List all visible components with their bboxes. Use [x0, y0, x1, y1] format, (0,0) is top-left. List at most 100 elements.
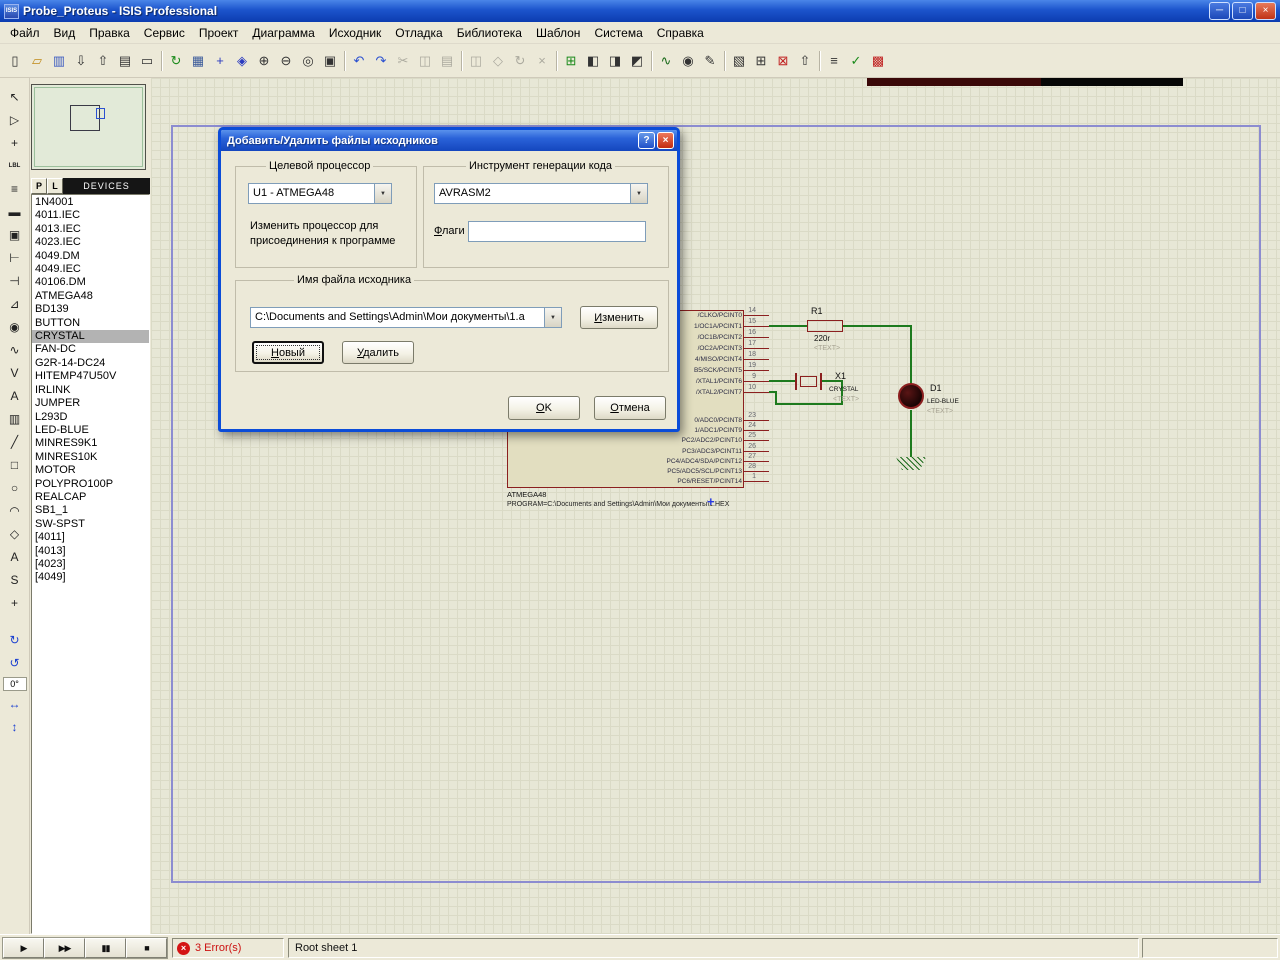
device-item[interactable]: 4049.DM — [32, 250, 149, 263]
design-explorer-icon[interactable]: ▧ — [728, 50, 750, 72]
device-item[interactable]: 4023.IEC — [32, 236, 149, 249]
wire[interactable] — [910, 325, 912, 385]
device-item[interactable]: G2R-14-DC24 — [32, 357, 149, 370]
component-resistor-r1[interactable] — [807, 320, 843, 332]
chip-pin[interactable]: PC5/ADC5/SCL/PCINT13 28 — [484, 466, 769, 476]
maximize-button[interactable]: □ — [1232, 2, 1253, 20]
terminal-mode[interactable]: ⊢ — [4, 247, 26, 269]
wire[interactable] — [843, 325, 912, 327]
wire[interactable] — [769, 325, 807, 327]
rotate-anticlockwise-icon[interactable]: ↺ — [4, 652, 26, 674]
menu-item[interactable]: Правка — [82, 23, 137, 43]
generator-mode[interactable]: ∿ — [4, 339, 26, 361]
block-move-icon[interactable]: ◇ — [487, 50, 509, 72]
pick-devices-button[interactable]: P — [31, 178, 47, 194]
arc-2d-mode[interactable]: ◠ — [4, 500, 26, 522]
device-item[interactable]: JUMPER — [32, 397, 149, 410]
grid-toggle-icon[interactable]: ▦ — [187, 50, 209, 72]
device-item[interactable]: BUTTON — [32, 317, 149, 330]
menu-item[interactable]: Система — [587, 23, 649, 43]
electrical-rule-check-icon[interactable]: ✓ — [845, 50, 867, 72]
subcircuit-mode[interactable]: ▣ — [4, 224, 26, 246]
codegen-tool-combobox[interactable]: AVRASM2 ▼ — [434, 183, 648, 204]
menu-item[interactable]: Диаграмма — [245, 23, 321, 43]
copy-icon[interactable]: ◫ — [414, 50, 436, 72]
device-item[interactable]: [4049] — [32, 571, 149, 584]
device-item[interactable]: 4049.IEC — [32, 263, 149, 276]
redo-icon[interactable]: ↷ — [370, 50, 392, 72]
device-item[interactable]: SB1_1 — [32, 504, 149, 517]
false-origin-icon[interactable]: + — [209, 50, 231, 72]
undo-icon[interactable]: ↶ — [348, 50, 370, 72]
mirror-vertical-icon[interactable]: ↕ — [4, 716, 26, 738]
component-led-d1[interactable] — [898, 383, 924, 409]
new-button[interactable]: Новый — [252, 341, 324, 364]
tape-recorder-mode[interactable]: ◉ — [4, 316, 26, 338]
menu-item[interactable]: Отладка — [388, 23, 449, 43]
close-button[interactable]: × — [1255, 2, 1276, 20]
path-2d-mode[interactable]: ◇ — [4, 523, 26, 545]
menu-item[interactable]: Шаблон — [529, 23, 587, 43]
block-copy-icon[interactable]: ◫ — [465, 50, 487, 72]
device-item[interactable]: 4013.IEC — [32, 223, 149, 236]
menu-item[interactable]: Исходник — [322, 23, 388, 43]
library-button[interactable]: L — [47, 178, 63, 194]
pick-device-icon[interactable]: ⊞ — [560, 50, 582, 72]
graph-mode[interactable]: ⊿ — [4, 293, 26, 315]
packaging-tool-icon[interactable]: ◨ — [604, 50, 626, 72]
menu-item[interactable]: Библиотека — [450, 23, 529, 43]
line-2d-mode[interactable]: ╱ — [4, 431, 26, 453]
device-pin-mode[interactable]: ⊣ — [4, 270, 26, 292]
bill-of-materials-icon[interactable]: ≡ — [823, 50, 845, 72]
device-item[interactable]: LED-BLUE — [32, 424, 149, 437]
chip-pin[interactable]: PC4/ADC4/SDA/PCINT12 27 — [484, 456, 769, 466]
device-item[interactable]: FAN-DC — [32, 343, 149, 356]
circle-2d-mode[interactable]: ○ — [4, 477, 26, 499]
box-2d-mode[interactable]: □ — [4, 454, 26, 476]
make-device-icon[interactable]: ◧ — [582, 50, 604, 72]
text-2d-mode[interactable]: A — [4, 546, 26, 568]
chip-pin[interactable]: PC6/RESET/PCINT14 1 — [484, 476, 769, 486]
menu-item[interactable]: Справка — [650, 23, 711, 43]
dialog-help-button[interactable]: ? — [638, 132, 655, 149]
device-item[interactable]: BD139 — [32, 303, 149, 316]
wire[interactable] — [910, 410, 912, 457]
chevron-down-icon[interactable]: ▼ — [374, 184, 391, 203]
open-folder-icon[interactable]: ▱ — [26, 50, 48, 72]
remove-sheet-icon[interactable]: ⊠ — [772, 50, 794, 72]
minimize-button[interactable]: ─ — [1209, 2, 1230, 20]
save-file-icon[interactable]: ▥ — [48, 50, 70, 72]
stop-button[interactable]: ■ — [126, 938, 167, 958]
chip-pin[interactable]: PC2/ADC2/PCINT10 25 — [484, 435, 769, 445]
device-item[interactable]: SW-SPST — [32, 518, 149, 531]
rotate-clockwise-icon[interactable]: ↻ — [4, 629, 26, 651]
device-item[interactable]: MOTOR — [32, 464, 149, 477]
menu-item[interactable]: Файл — [3, 23, 47, 43]
delete-button[interactable]: Удалить — [342, 341, 414, 364]
property-assignment-icon[interactable]: ✎ — [699, 50, 721, 72]
redraw-icon[interactable]: ↻ — [165, 50, 187, 72]
junction-dot-mode[interactable]: + — [4, 132, 26, 154]
paste-icon[interactable]: ▤ — [436, 50, 458, 72]
overview-minimap[interactable] — [31, 84, 146, 170]
device-item[interactable]: REALCAP — [32, 491, 149, 504]
marker-2d-mode[interactable]: + — [4, 592, 26, 614]
device-item[interactable]: MINRES10K — [32, 451, 149, 464]
error-status-panel[interactable]: × 3 Error(s) — [172, 938, 284, 958]
search-tag-icon[interactable]: ◉ — [677, 50, 699, 72]
new-sheet-icon[interactable]: ⊞ — [750, 50, 772, 72]
zoom-all-icon[interactable]: ◎ — [297, 50, 319, 72]
zoom-area-icon[interactable]: ▣ — [319, 50, 341, 72]
wire[interactable] — [775, 403, 843, 405]
menu-item[interactable]: Проект — [192, 23, 246, 43]
change-button[interactable]: Изменить — [580, 306, 658, 329]
text-script-mode[interactable]: ≡ — [4, 178, 26, 200]
device-item[interactable]: [4023] — [32, 558, 149, 571]
wire[interactable] — [769, 391, 777, 393]
component-mode[interactable]: ▷ — [4, 109, 26, 131]
export-section-icon[interactable]: ⇧ — [92, 50, 114, 72]
menu-item[interactable]: Вид — [47, 23, 83, 43]
flags-input[interactable] — [468, 221, 646, 242]
graph-object[interactable] — [867, 78, 1183, 86]
virtual-instruments-mode[interactable]: ▥ — [4, 408, 26, 430]
